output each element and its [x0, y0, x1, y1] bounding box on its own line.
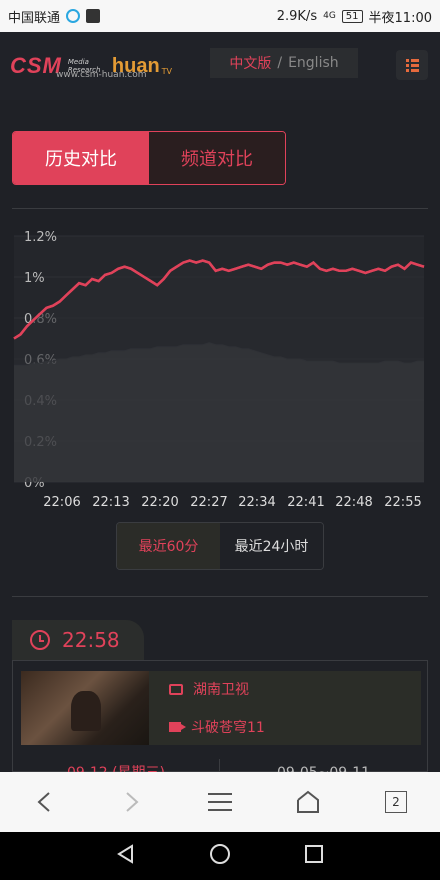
chevron-right-icon [126, 792, 139, 812]
channel-row: 湖南卫视 [169, 679, 265, 699]
x-tick-label: 22:27 [190, 495, 227, 510]
app-header: CSM Media Research huan TV www.csm-huan.… [0, 32, 440, 100]
current-time: 22:58 [62, 628, 120, 652]
x-tick-label: 22:55 [384, 495, 421, 510]
back-button[interactable] [29, 787, 59, 817]
carrier-label: 中国联通 [8, 10, 61, 26]
x-tick-label: 22:34 [238, 495, 275, 510]
network-type: 4G [323, 11, 336, 21]
menu-button[interactable] [396, 50, 428, 80]
logo-tv: TV [161, 66, 173, 76]
program-thumbnail [21, 671, 149, 745]
divider [12, 208, 428, 209]
video-camera-icon [169, 722, 186, 732]
x-tick-label: 22:20 [141, 495, 178, 510]
program-card[interactable]: 湖南卫视 斗破苍穹11 [21, 671, 421, 745]
program-panel: 湖南卫视 斗破苍穹11 09-12 (星期三) 09-05~09-11 [12, 660, 429, 773]
tv-icon [169, 683, 183, 695]
tab-history-compare[interactable]: 历史对比 [13, 132, 149, 184]
clock-label: 半夜11:00 [368, 10, 432, 26]
status-bar: 中国联通 2.9K/s 4G 51 半夜11:00 [0, 0, 440, 32]
browser-toolbar: 2 [0, 772, 440, 832]
language-switcher: 中文版 / English [210, 48, 358, 78]
program-row: 斗破苍穹11 [169, 717, 265, 737]
time-badge: 22:58 [12, 620, 144, 660]
chevron-left-icon [37, 792, 50, 812]
date-range: 09-05~09-11 [219, 759, 427, 773]
network-speed: 2.9K/s [276, 8, 318, 24]
compare-tabs: 历史对比 频道对比 [12, 131, 286, 185]
y-tick-label: 1% [24, 271, 45, 286]
x-tick-label: 22:06 [43, 495, 80, 510]
tabs-button[interactable]: 2 [381, 787, 411, 817]
clock-icon [30, 630, 50, 650]
x-tick-label: 22:41 [287, 495, 324, 510]
lang-chinese-link[interactable]: 中文版 [229, 53, 271, 73]
site-url: www.csm-huan.com [56, 70, 147, 80]
battery-icon: 51 [341, 9, 363, 23]
forward-button[interactable] [117, 787, 147, 817]
browser-menu-button[interactable] [205, 787, 235, 817]
tab-count: 2 [385, 791, 407, 813]
chart-svg: 1.2%1%0.8%0.6%0.4%0.2%0%22:0622:1322:202… [13, 230, 425, 510]
square-recents-icon [304, 845, 323, 863]
system-nav-bar [0, 832, 440, 880]
logo-csm: CSM [10, 53, 62, 78]
loading-icon [66, 9, 81, 23]
time-range-tabs: 最近60分 最近24小时 [116, 522, 324, 570]
app-root: 中国联通 2.9K/s 4G 51 半夜11:00 CSM Media Rese… [0, 0, 440, 880]
list-icon [405, 58, 419, 72]
date-today: 09-12 (星期三) [66, 765, 166, 773]
circle-home-icon [209, 844, 230, 864]
nav-recents-button[interactable] [304, 844, 324, 868]
nav-back-button[interactable] [116, 844, 136, 868]
notification-icon [86, 9, 101, 23]
rating-chart: 1.2%1%0.8%0.6%0.4%0.2%0%22:0622:1322:202… [0, 220, 440, 516]
date-compare-row: 09-12 (星期三) 09-05~09-11 [13, 759, 429, 773]
lang-english-link[interactable]: English [288, 55, 339, 71]
lang-separator: / [277, 55, 283, 71]
tab-last-60-min[interactable]: 最近60分 [117, 523, 220, 569]
divider [12, 596, 428, 597]
home-icon [297, 790, 319, 813]
nav-home-button[interactable] [209, 843, 231, 869]
channel-name: 湖南卫视 [193, 682, 249, 698]
tab-channel-compare[interactable]: 频道对比 [149, 132, 285, 184]
triangle-back-icon [117, 844, 134, 864]
hamburger-icon [208, 793, 232, 811]
x-tick-label: 22:13 [92, 495, 129, 510]
x-tick-label: 22:48 [335, 495, 372, 510]
y-tick-label: 1.2% [24, 230, 57, 245]
program-title: 斗破苍穹11 [191, 720, 265, 736]
tab-last-24-hours[interactable]: 最近24小时 [220, 523, 323, 569]
home-button[interactable] [293, 787, 323, 817]
